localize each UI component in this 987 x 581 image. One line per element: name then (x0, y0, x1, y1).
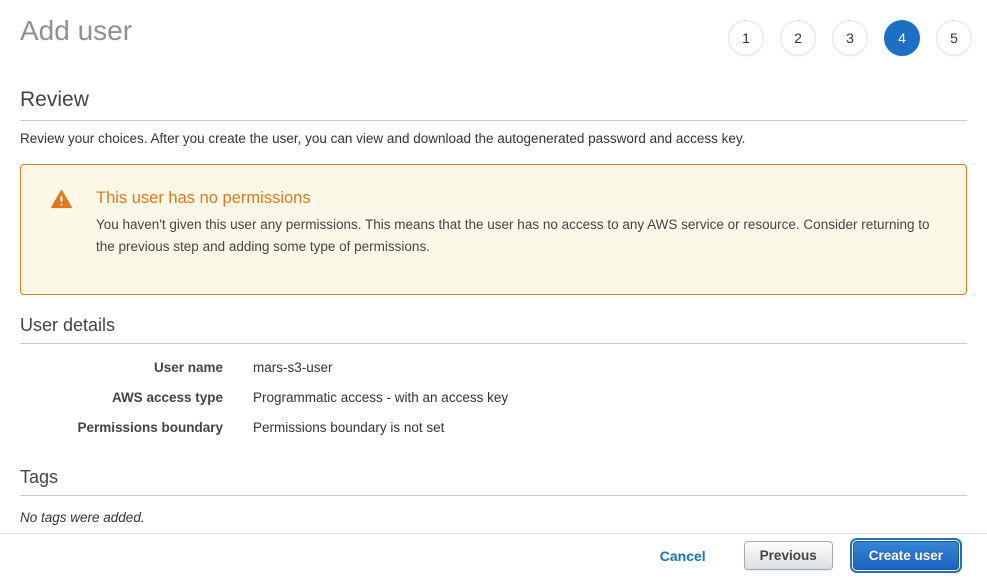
tags-empty-message: No tags were added. (20, 510, 967, 525)
review-heading: Review (20, 88, 967, 121)
detail-row-access-type: AWS access type Programmatic access - wi… (20, 390, 967, 405)
main-content: Review Review your choices. After you cr… (0, 88, 987, 525)
step-indicator-3: 3 (832, 20, 868, 56)
no-permissions-warning-banner: This user has no permissions You haven't… (20, 164, 967, 295)
detail-value: mars-s3-user (253, 360, 333, 375)
user-details-heading: User details (20, 315, 967, 344)
page-header: Add user 1 2 3 4 5 (0, 0, 987, 48)
tags-heading: Tags (20, 467, 967, 496)
step-indicator-5: 5 (936, 20, 972, 56)
detail-label: AWS access type (20, 390, 253, 405)
cancel-link[interactable]: Cancel (660, 548, 706, 564)
step-indicator-1: 1 (728, 20, 764, 56)
warning-text-block: This user has no permissions You haven't… (96, 189, 930, 258)
previous-button[interactable]: Previous (744, 541, 833, 570)
warning-triangle-icon (51, 189, 72, 258)
detail-label: User name (20, 360, 253, 375)
warning-title: This user has no permissions (96, 189, 930, 208)
user-details-rows: User name mars-s3-user AWS access type P… (20, 360, 967, 435)
wizard-step-indicator: 1 2 3 4 5 (728, 20, 972, 56)
review-description: Review your choices. After you create th… (20, 131, 967, 146)
detail-row-permissions-boundary: Permissions boundary Permissions boundar… (20, 420, 967, 435)
step-indicator-4-active: 4 (884, 20, 920, 56)
detail-label: Permissions boundary (20, 420, 253, 435)
detail-value: Permissions boundary is not set (253, 420, 444, 435)
wizard-footer: Cancel Previous Create user (0, 533, 987, 581)
detail-row-user-name: User name mars-s3-user (20, 360, 967, 375)
step-indicator-2: 2 (780, 20, 816, 56)
warning-body: You haven't given this user any permissi… (96, 214, 930, 258)
create-user-button[interactable]: Create user (853, 541, 959, 570)
detail-value: Programmatic access - with an access key (253, 390, 508, 405)
